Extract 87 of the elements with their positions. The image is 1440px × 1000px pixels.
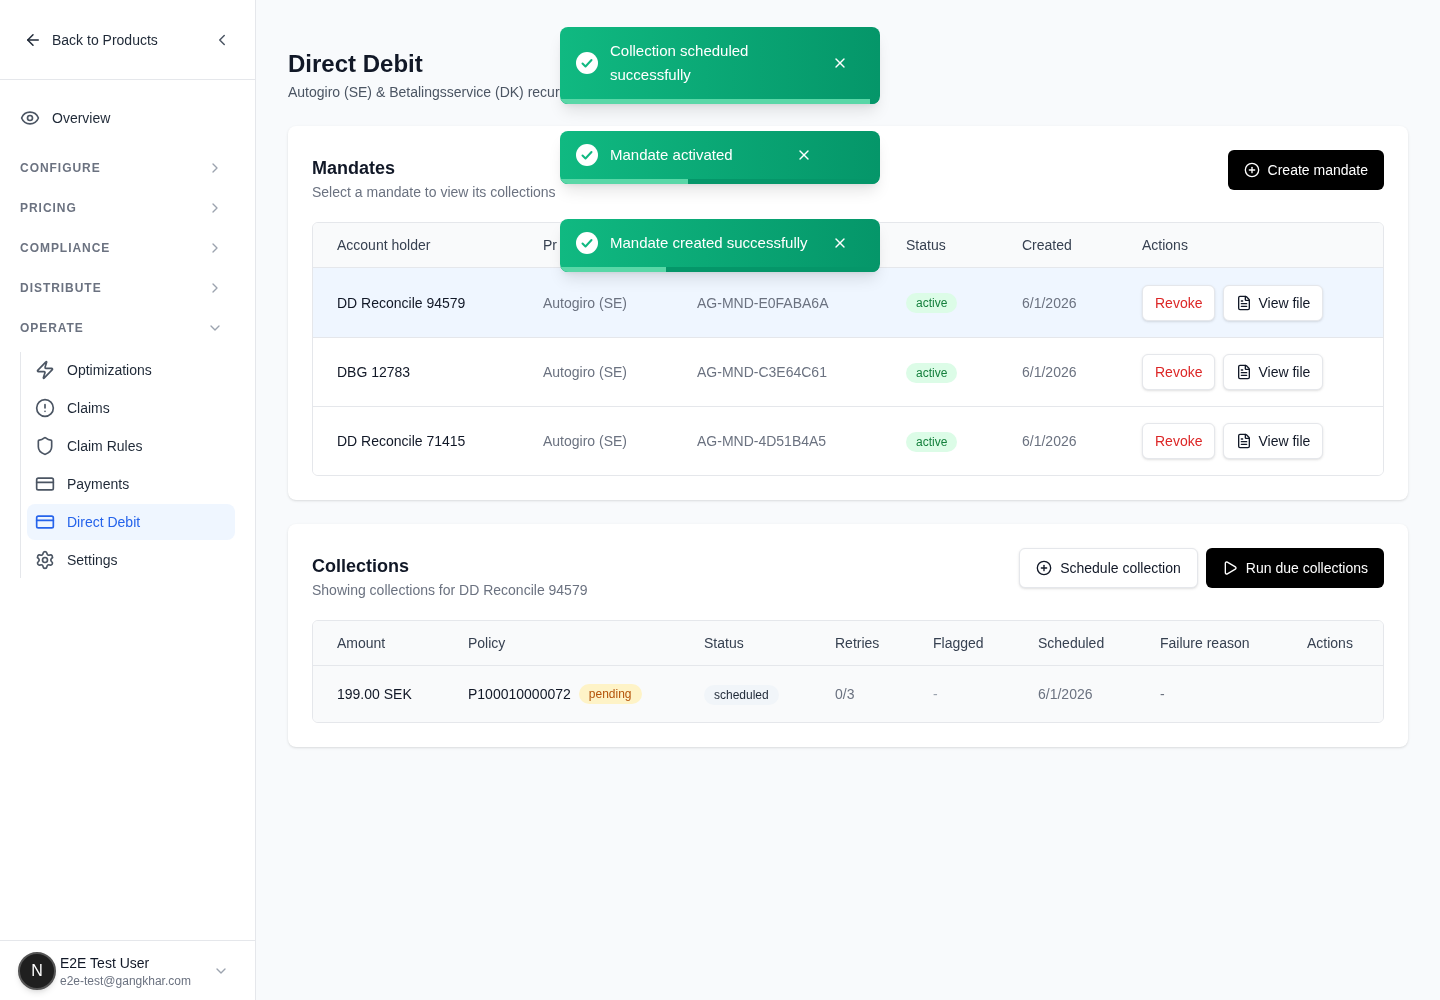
nav-section[interactable]: PRICING <box>20 188 235 228</box>
table-cell: DD Reconcile 71415 <box>337 433 466 449</box>
nav-item[interactable]: Overview <box>20 100 235 136</box>
status-badge: active <box>906 293 958 313</box>
column-header: Failure reason <box>1160 635 1250 651</box>
plus-circle-icon <box>1243 162 1260 178</box>
plus-circle-icon <box>1036 560 1053 576</box>
run-due-collections-button[interactable]: Run due collections <box>1205 548 1384 588</box>
document-icon <box>1236 364 1253 380</box>
nav-section[interactable]: CONFIGURE <box>20 148 235 188</box>
nav-icon <box>35 436 55 456</box>
revoke-button[interactable]: Revoke <box>1142 354 1216 390</box>
view-file-button[interactable]: View file <box>1223 423 1324 459</box>
table-cell: - <box>1160 686 1165 702</box>
table-cell: AG-MND-E0FABA6A <box>697 294 829 311</box>
table-cell: DD Reconcile 94579 <box>337 294 466 311</box>
nav-item[interactable]: Payments <box>27 466 235 502</box>
check-icon <box>576 52 598 74</box>
toast-message: Mandate created successfully <box>610 233 808 253</box>
column-header: Retries <box>835 635 880 651</box>
back-link[interactable]: Back to Products <box>24 29 158 50</box>
nav-icon <box>35 512 55 532</box>
nav-section[interactable]: OPERATE <box>20 308 235 348</box>
table-cell-text: P100010000072 <box>468 685 571 704</box>
column-header: Status <box>906 237 946 253</box>
column-header: Policy <box>468 635 506 651</box>
card-subtitle: Select a mandate to view its collections <box>312 183 556 202</box>
check-icon <box>576 144 598 166</box>
nav-item[interactable]: Settings <box>27 542 235 578</box>
view-file-button[interactable]: View file <box>1223 284 1324 321</box>
table-cell: DBG 12783 <box>337 364 411 380</box>
status-badge: pending <box>578 684 642 704</box>
nav-icon <box>35 474 55 494</box>
table-cell: 6/1/2026 <box>1022 364 1077 380</box>
table-cell: Autogiro (SE) <box>543 294 628 311</box>
nav-item[interactable]: Direct Debit <box>27 504 235 540</box>
user-email: e2e-test@gangkhar.com <box>60 972 192 989</box>
table-cell: 6/1/2026 <box>1022 294 1077 311</box>
toast-message: Mandate activated <box>610 145 733 165</box>
column-header: Status <box>704 635 744 651</box>
column-header: Flagged <box>933 635 984 651</box>
table-cell: 6/1/2026 <box>1022 433 1077 449</box>
revoke-button[interactable]: Revoke <box>1142 284 1216 321</box>
nav-icon <box>35 360 55 380</box>
page-subtitle: Autogiro (SE) & Betalingsservice (DK) recur <box>288 83 560 102</box>
card-title: Mandates <box>312 157 397 180</box>
eye-icon <box>20 108 40 128</box>
table-cell: Autogiro (SE) <box>543 433 628 449</box>
column-header: Scheduled <box>1038 635 1105 651</box>
nav-item[interactable]: Optimizations <box>27 352 235 388</box>
card-title: Collections <box>312 555 410 578</box>
column-header: Account holder <box>337 237 431 253</box>
view-file-button[interactable]: View file <box>1223 354 1324 390</box>
table-cell: 6/1/2026 <box>1038 686 1093 702</box>
status-badge: scheduled <box>704 684 779 705</box>
avatar[interactable]: N <box>18 951 56 990</box>
schedule-collection-button[interactable]: Schedule collection <box>1019 548 1198 588</box>
table-cell: 199.00 SEK <box>337 686 412 702</box>
status-badge: active <box>906 431 958 452</box>
nav-item[interactable]: Claim Rules <box>27 428 235 464</box>
table-cell: - <box>933 686 938 702</box>
toast-message: Collection scheduled successfully <box>610 41 750 85</box>
status-badge: active <box>906 362 958 383</box>
column-header: Actions <box>1307 635 1353 651</box>
column-header: Pr <box>543 237 557 253</box>
nav-icon <box>35 550 55 570</box>
revoke-button[interactable]: Revoke <box>1142 423 1216 459</box>
document-icon <box>1236 433 1253 449</box>
user-name: E2E Test User <box>60 953 151 973</box>
nav-icon <box>35 398 55 418</box>
check-icon <box>576 232 598 254</box>
document-icon <box>1236 294 1253 311</box>
table-cell: Autogiro (SE) <box>543 364 628 380</box>
column-header: Created <box>1022 237 1072 253</box>
create-mandate-button[interactable]: Create mandate <box>1227 150 1384 190</box>
table-cell: AG-MND-C3E64C61 <box>697 364 827 380</box>
table-row[interactable]: DD Reconcile 71415 Autogiro (SE) AG-MND-4D51B4A5 active 6/1/2026 Revoke View file <box>313 406 1383 475</box>
column-header: Amount <box>337 635 386 651</box>
table-cell: 0/3 <box>835 686 855 702</box>
table-cell: AG-MND-4D51B4A5 <box>697 433 827 449</box>
nav-section[interactable]: DISTRIBUTE <box>20 268 235 308</box>
card-subtitle: Showing collections for DD Reconcile 94579 <box>312 581 588 600</box>
page-title: Direct Debit <box>288 49 423 79</box>
nav-item[interactable]: Claims <box>27 390 235 426</box>
nav-section[interactable]: COMPLIANCE <box>20 228 235 268</box>
column-header: Actions <box>1142 237 1188 253</box>
table-row[interactable]: DD Reconcile 94579 Autogiro (SE) AG-MND-E0FABA6A active 6/1/2026 Revoke View file <box>313 268 1383 337</box>
